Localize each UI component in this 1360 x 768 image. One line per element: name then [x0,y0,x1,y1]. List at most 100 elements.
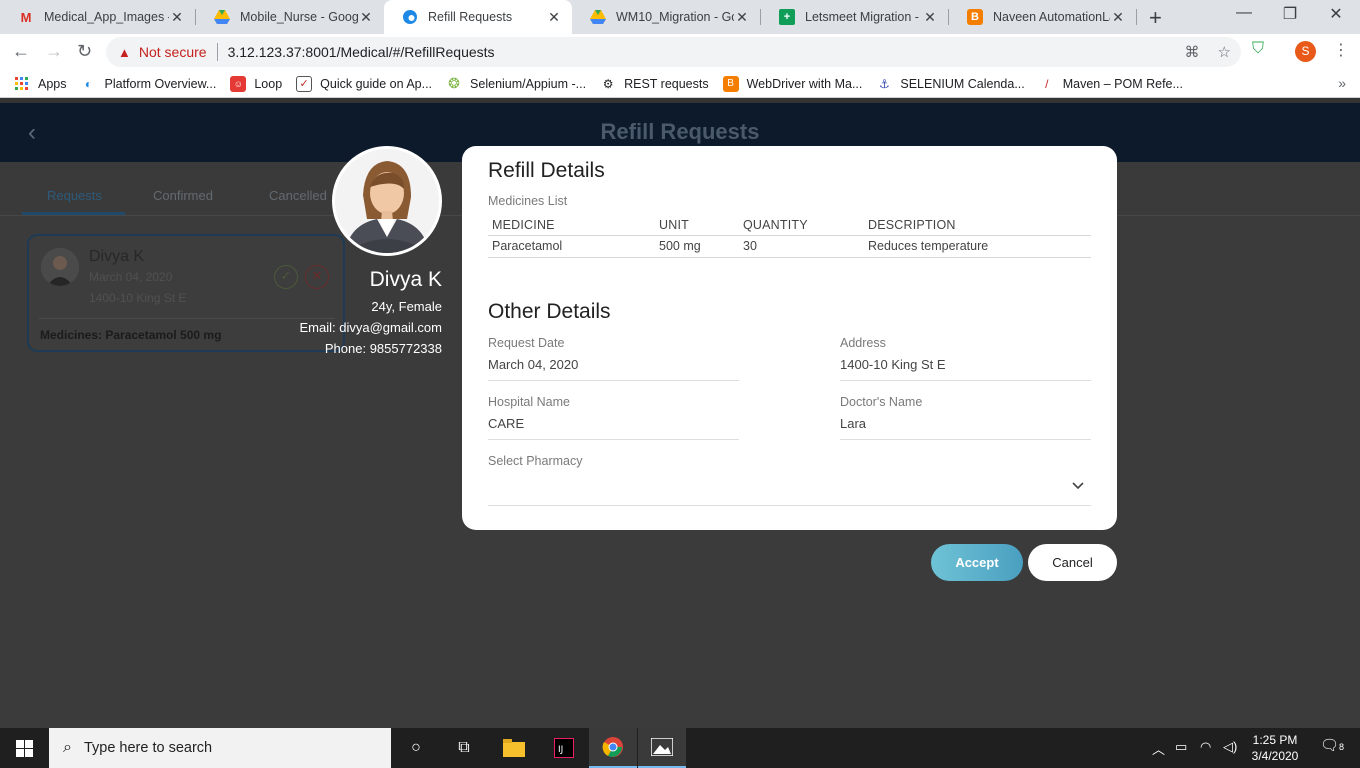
close-window-icon[interactable]: ✕ [1313,4,1359,24]
browser-tab[interactable]: + Letsmeet Migration - G ✕ [761,0,948,34]
browser-tab[interactable]: M Medical_App_Images - ✕ [0,0,195,34]
other-details-title: Other Details [488,300,611,323]
doctor-name-value: Lara [840,416,867,431]
address-bar[interactable]: ▲ Not secure 3.12.123.37:8001/Medical/#/… [106,37,1241,67]
windows-start-icon[interactable] [0,728,48,768]
minimize-icon[interactable]: — [1221,4,1267,22]
close-tab-icon[interactable]: ✕ [169,9,185,26]
medicines-table: MEDICINE UNIT QUANTITY DESCRIPTION Parac… [488,216,1091,258]
divider [39,318,335,319]
drive-icon [590,9,606,25]
avatar [41,248,79,286]
cortana-icon[interactable]: ○ [392,728,440,768]
notification-count: 8 [1339,742,1345,752]
clock-date: 3/4/2020 [1251,749,1299,763]
browser-toolbar: ← → ↻ ▲ Not secure 3.12.123.37:8001/Medi… [0,34,1360,70]
column-header: MEDICINE [488,216,655,236]
rest-icon: ⚙ [602,76,614,91]
appium-icon: ❂ [448,75,460,91]
chrome-icon[interactable] [589,728,637,768]
more-bookmarks-icon[interactable]: » [1338,75,1346,91]
card-medicines: Medicines: Paracetamol 500 mg [40,328,222,342]
close-tab-icon[interactable]: ✕ [358,9,374,26]
reload-icon[interactable]: ↻ [77,41,92,62]
patient-email: Email: divya@gmail.com [299,320,442,335]
taskbar-search-input[interactable]: ⌕ Type here to search [49,728,391,768]
translate-icon[interactable]: ⌘ [1185,43,1200,61]
photos-icon[interactable] [638,728,686,768]
hospital-name-label: Hospital Name [488,395,570,409]
bookmark-quick-guide[interactable]: ✓ Quick guide on Ap... [296,75,432,92]
back-arrow-icon[interactable]: ← [12,41,30,62]
patient-photo [332,146,442,256]
card-date: March 04, 2020 [89,270,173,284]
hospital-name-field: Hospital Name CARE [488,395,739,440]
url-text[interactable]: 3.12.123.37:8001/Medical/#/RefillRequest… [228,44,495,60]
close-tab-icon[interactable]: ✕ [546,9,562,26]
browser-tab[interactable]: Mobile_Nurse - Google ✕ [196,0,384,34]
pharmacy-select[interactable]: Select Pharmacy [488,454,1091,506]
tab-requests[interactable]: Requests [47,188,102,203]
file-explorer-icon[interactable] [490,728,538,768]
pharmacy-select-label: Select Pharmacy [488,454,583,468]
taskbar-clock[interactable]: 1:25 PM 3/4/2020 [1250,732,1300,764]
browser-tab[interactable]: WM10_Migration - Goo ✕ [572,0,760,34]
show-hidden-icons-icon[interactable]: ︿ [1152,739,1165,758]
bookmark-apps[interactable]: Apps [14,76,67,92]
extension-shield-icon[interactable]: ⛉ [1252,40,1264,58]
bookmark-selenium-appium[interactable]: ❂ Selenium/Appium -... [446,75,586,92]
checkbox-icon: ✓ [296,75,313,92]
bookmark-maven-pom[interactable]: / Maven – POM Refe... [1039,76,1183,92]
bookmark-webdriver[interactable]: B WebDriver with Ma... [722,75,862,92]
confirm-check-icon[interactable]: ✓ [274,265,298,289]
notifications-icon[interactable]: 🗨8 [1320,736,1344,754]
search-icon: ⌕ [63,739,72,756]
apps-grid-icon [14,76,30,92]
hospital-name-value: CARE [488,416,525,431]
close-tab-icon[interactable]: ✕ [1110,9,1126,26]
windows-taskbar: ⌕ Type here to search ○ ⧉ IJ ︿ ▭ ◠ ◁) 1:… [0,728,1360,768]
bookmark-platform-overview[interactable]: ◐ Platform Overview... [81,76,216,92]
forward-arrow-icon[interactable]: → [45,41,63,62]
profile-avatar[interactable]: S [1295,41,1316,62]
accept-button[interactable]: Accept [931,544,1023,581]
menu-dots-icon[interactable]: ⋮ [1333,40,1349,60]
battery-icon[interactable]: ▭ [1175,739,1187,755]
tab-cancelled[interactable]: Cancelled [269,188,327,203]
security-status[interactable]: Not secure [139,44,207,60]
browser-tab[interactable]: B Naveen AutomationLab ✕ [949,0,1136,34]
wifi-icon[interactable]: ◠ [1200,739,1211,755]
cancel-button[interactable]: Cancel [1028,544,1117,581]
blogger-icon: B [722,75,739,92]
loop-icon: ☺ [230,75,247,92]
request-date-value: March 04, 2020 [488,357,579,372]
close-tab-icon[interactable]: ✕ [922,9,938,26]
volume-icon[interactable]: ◁) [1223,739,1237,755]
gmail-icon: M [20,9,32,25]
selenium-icon: ⚓ [878,76,890,91]
bookmarks-bar: Apps ◐ Platform Overview... ☺ Loop ✓ Qui… [0,70,1360,98]
intellij-icon[interactable]: IJ [540,728,588,768]
new-tab-icon[interactable]: + [1149,5,1162,31]
warning-icon: ▲ [118,44,131,60]
restore-icon[interactable]: ❐ [1267,4,1313,24]
browser-tab-active[interactable]: Refill Requests ✕ [384,0,572,34]
chevron-down-icon[interactable] [1071,478,1085,492]
medicine-cell: Paracetamol [488,235,655,258]
tab-confirmed[interactable]: Confirmed [153,188,213,203]
unit-cell: 500 mg [655,235,739,258]
platform-icon: ◐ [84,76,93,91]
card-address: 1400-10 King St E [89,291,187,305]
request-card[interactable]: Divya K March 04, 2020 1400-10 King St E… [27,234,345,352]
bookmark-rest-requests[interactable]: ⚙ REST requests [600,76,709,92]
browser-tab-strip: M Medical_App_Images - ✕ Mobile_Nurse - … [0,0,1360,34]
task-view-icon[interactable]: ⧉ [440,728,488,768]
column-header: QUANTITY [739,216,864,236]
active-tab-indicator [22,212,125,215]
bookmark-loop[interactable]: ☺ Loop [230,75,282,92]
close-tab-icon[interactable]: ✕ [734,9,750,26]
bookmark-star-icon[interactable]: ☆ [1218,43,1231,61]
column-header: UNIT [655,216,739,236]
bookmark-selenium-calendar[interactable]: ⚓ SELENIUM Calenda... [876,76,1025,92]
reject-x-icon[interactable]: ✕ [305,265,329,289]
